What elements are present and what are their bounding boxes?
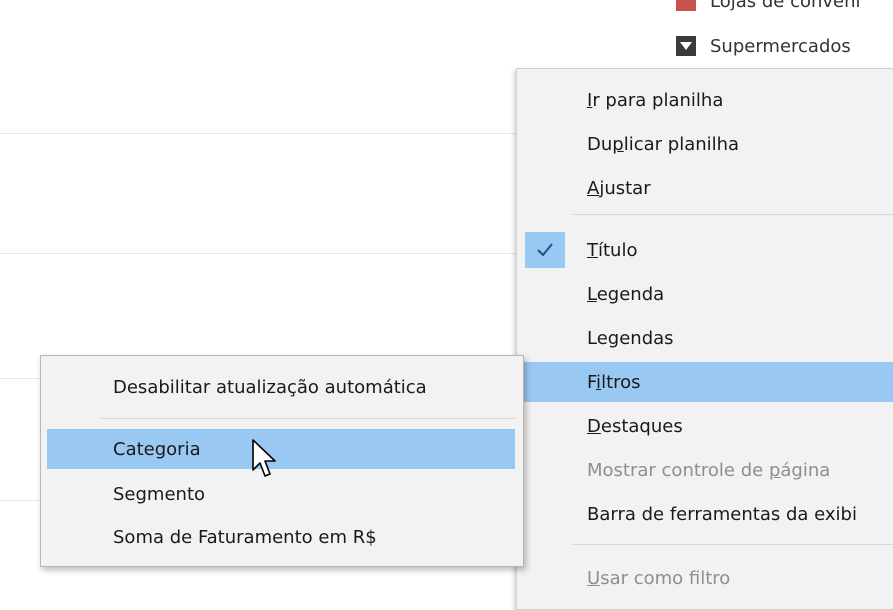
background-gridline <box>0 253 516 254</box>
submenu-item-category[interactable]: Categoria <box>47 429 515 469</box>
submenu-separator <box>101 418 515 419</box>
legend-item[interactable]: Supermercados <box>658 31 851 61</box>
menu-item-highlights[interactable]: Destaques <box>517 406 893 446</box>
submenu-item-segment[interactable]: Segmento <box>47 474 515 514</box>
menu-item-label: Ir para planilha <box>587 89 724 111</box>
menu-item-fit[interactable]: Ajustar <box>517 168 893 208</box>
check-icon <box>525 232 565 268</box>
menu-item-go-to-sheet[interactable]: Ir para planilha <box>517 80 893 120</box>
mouse-pointer-icon <box>252 439 276 477</box>
submenu-item-label: Segmento <box>113 483 206 505</box>
legend-item[interactable]: Lojas de conveni <box>658 0 861 16</box>
background-gridline <box>0 133 516 134</box>
submenu-item-revenue-sum[interactable]: Soma de Faturamento em R$ <box>47 517 515 557</box>
background-gridline <box>0 500 40 501</box>
menu-item-label: Filtros <box>587 371 641 393</box>
menu-item-label: Destaques <box>587 415 683 437</box>
menu-item-view-toolbar[interactable]: Barra de ferramentas da exibi <box>517 494 893 534</box>
menu-item-show-page-control: Mostrar controle de página <box>517 450 893 490</box>
submenu-item-label: Desabilitar atualização automática <box>113 376 427 398</box>
submenu-item-label: Categoria <box>113 438 201 460</box>
legend-item-label: Supermercados <box>710 35 851 57</box>
menu-item-duplicate-sheet[interactable]: Duplicar planilha <box>517 124 893 164</box>
collapse-arrow-icon[interactable] <box>676 36 696 56</box>
menu-item-title[interactable]: Título <box>517 230 893 270</box>
menu-item-label: Legendas <box>587 327 674 349</box>
menu-item-caption[interactable]: Legenda <box>517 274 893 314</box>
menu-item-label: Título <box>587 239 638 261</box>
legend-swatch <box>676 0 696 11</box>
background-gridline <box>0 378 40 379</box>
menu-item-label: Usar como filtro <box>587 567 731 589</box>
menu-separator <box>573 544 893 545</box>
menu-separator <box>573 214 893 215</box>
menu-item-use-as-filter: Usar como filtro <box>517 558 893 598</box>
menu-item-label: Mostrar controle de página <box>587 459 831 481</box>
menu-item-label: Ajustar <box>587 177 651 199</box>
menu-item-label: Barra de ferramentas da exibi <box>587 503 857 525</box>
submenu-item-label: Soma de Faturamento em R$ <box>113 526 377 548</box>
filters-submenu: Desabilitar atualização automática Categ… <box>40 355 524 567</box>
menu-item-label: Legenda <box>587 283 665 305</box>
menu-item-legends[interactable]: Legendas <box>517 318 893 358</box>
menu-item-filters[interactable]: Filtros <box>517 362 893 402</box>
menu-item-label: Duplicar planilha <box>587 133 740 155</box>
chart-legend: Lojas de conveni Supermercados <box>658 0 893 68</box>
legend-item-label: Lojas de conveni <box>710 0 861 12</box>
submenu-item-disable-auto-update[interactable]: Desabilitar atualização automática <box>47 367 515 407</box>
context-menu: Ir para planilha Duplicar planilha Ajust… <box>516 68 893 610</box>
